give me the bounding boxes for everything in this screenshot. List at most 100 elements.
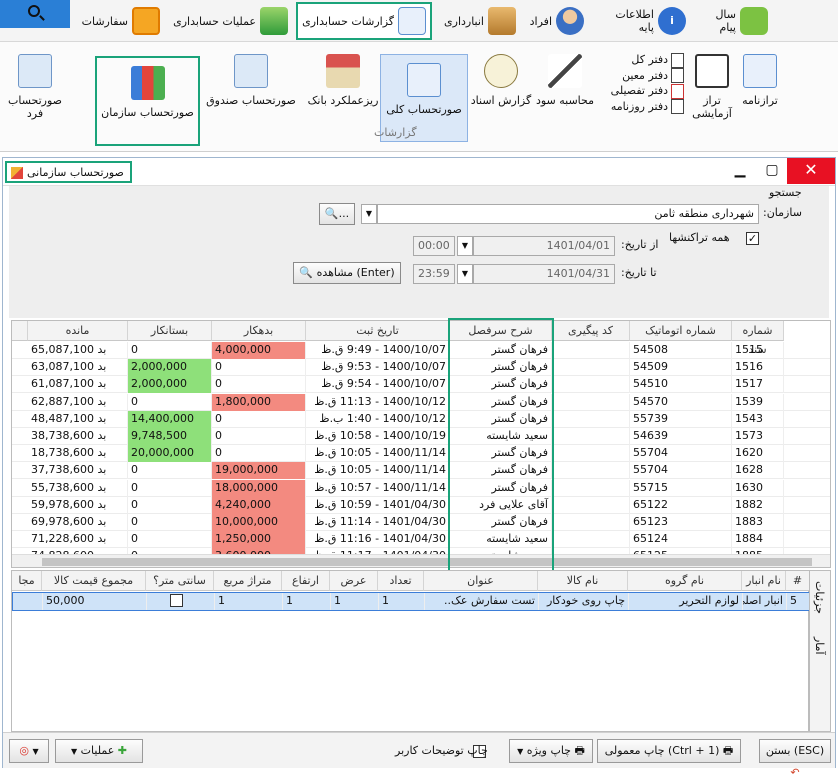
org-field[interactable]: شهرداری منطقه ثامن bbox=[377, 204, 759, 224]
column-header-auto-number[interactable]: شماره اتوماتیک bbox=[630, 321, 732, 341]
table-row[interactable]: 1630 55715 فرهان گستر 1400/11/14 - 10:57 ق.… bbox=[12, 479, 830, 497]
minimize-button[interactable]: ▁ bbox=[723, 158, 757, 184]
table-row[interactable]: 1515 54508 فرهان گستر 1400/10/07 - 9:49 ق.ظ… bbox=[12, 342, 830, 359]
column-header-tracking-code[interactable]: کد پیگیری bbox=[552, 321, 630, 341]
table-row[interactable]: 1620 55704 فرهان گستر 1400/11/14 - 10:05 ق.… bbox=[12, 445, 830, 463]
table-row[interactable]: 1883 65123 فرهان گستر 1401/04/30 - 11:14 ق.… bbox=[12, 514, 830, 531]
column-header-doc-number[interactable]: شماره سند bbox=[732, 321, 784, 356]
global-search-button[interactable] bbox=[0, 0, 70, 28]
column-header-register-date[interactable]: تاریخ ثبت bbox=[306, 321, 450, 341]
ribbon-label: صورتحساب فرد bbox=[7, 94, 63, 120]
column-header-title[interactable]: عنوان bbox=[424, 571, 538, 591]
menu-tab-accounting-ops[interactable]: عملیات حسابداری bbox=[168, 2, 292, 40]
ledger-list: دفتر کل دفتر معین دفتر تفصیلی دفتر روزنا… bbox=[598, 52, 684, 114]
table-row[interactable]: 1882 65122 آقای علایی فرد 1401/04/30 - 10:5… bbox=[12, 496, 830, 514]
all-transactions-checkbox[interactable]: ✓ bbox=[746, 232, 759, 245]
cell-auto-number: 54639 bbox=[630, 428, 732, 445]
menu-tab-warehouse[interactable]: انبارداری bbox=[438, 2, 520, 40]
table-row[interactable]: 1884 65124 سعید شایسته 1401/04/30 - 11:16 ق… bbox=[12, 531, 830, 549]
to-time-field[interactable]: 23:59 bbox=[413, 264, 455, 284]
menu-tab-basic-info[interactable]: i اطلاعات پایه bbox=[594, 2, 690, 40]
orders-icon bbox=[132, 7, 160, 35]
print-normal-button[interactable]: چاپ معمولی (Ctrl + 1) 🖶 bbox=[597, 739, 741, 763]
ribbon-profit-calc[interactable]: محاسبه سود bbox=[534, 46, 596, 156]
cell-balance: 55,738,600 بد bbox=[28, 479, 128, 497]
cell-debit: 4,240,000 bbox=[212, 496, 306, 514]
column-header-credit[interactable]: بستانکار bbox=[128, 321, 212, 341]
ribbon-trial-balance[interactable]: تراز آزمایشی bbox=[684, 46, 740, 156]
all-transactions-label: همه تراکنشها bbox=[669, 231, 730, 244]
cell-debit: 1,800,000 bbox=[212, 393, 306, 411]
column-header-extra[interactable]: مجا bbox=[12, 571, 42, 591]
table-row[interactable]: 1543 55739 فرهان گستر 1400/10/12 - 1:40 ب.ظ… bbox=[12, 410, 830, 428]
ledger-journal[interactable]: دفتر روزنامه bbox=[598, 99, 684, 114]
cell-warehouse: انبار اصلی bbox=[743, 593, 787, 610]
column-header-balance[interactable]: مانده bbox=[28, 321, 128, 341]
ribbon-person-statement[interactable]: صورتحساب فرد bbox=[4, 46, 66, 156]
profit-icon bbox=[548, 54, 582, 88]
ribbon-bank-detail[interactable]: ریزعملکرد بانک bbox=[305, 46, 381, 156]
menu-tab-people[interactable]: افراد bbox=[524, 2, 588, 40]
cm-checkbox[interactable] bbox=[170, 594, 183, 607]
user-notes-label: چاپ توضیحات کاربر bbox=[395, 744, 488, 757]
cell-auto-number: 55715 bbox=[630, 479, 732, 497]
help-lifebuoy-button[interactable]: ◎ ▼ bbox=[9, 739, 49, 763]
table-row[interactable]: 1517 54510 فرهان گستر 1400/10/07 - 9:54 ق.ظ… bbox=[12, 376, 830, 394]
tab-stats[interactable]: آمار bbox=[813, 637, 826, 655]
scrollbar-thumb[interactable] bbox=[42, 558, 812, 566]
close-icon[interactable]: ✕ bbox=[787, 158, 835, 184]
ribbon-cashbox-statement[interactable]: صورتحساب صندوق bbox=[203, 46, 299, 156]
table-row[interactable]: 1628 55704 فرهان گستر 1400/11/14 - 10:05 ق.… bbox=[12, 462, 830, 480]
column-header-index[interactable]: # bbox=[786, 571, 810, 591]
table-row[interactable]: 1573 54639 سعید شایسته 1400/10/19 - 10:58 ق… bbox=[12, 428, 830, 445]
menu-tab-orders[interactable]: سفارشات bbox=[74, 2, 164, 40]
cell-credit: 0 bbox=[128, 531, 212, 549]
maximize-button[interactable]: ▢ bbox=[755, 158, 789, 184]
cell-register-date: 1400/10/07 - 9:53 ق.ظ bbox=[306, 359, 450, 377]
table-row[interactable]: 1516 54509 فرهان گستر 1400/10/07 - 9:53 ق.ظ… bbox=[12, 359, 830, 377]
ribbon-documents-report[interactable]: گزارش اسناد bbox=[470, 46, 532, 156]
chevron-down-icon[interactable]: ▼ bbox=[457, 264, 473, 284]
cell-balance: 69,978,600 بد bbox=[28, 514, 128, 531]
print-special-button[interactable]: ▼ چاپ ویژه 🖶 bbox=[509, 739, 593, 763]
menu-tab-label: سال پیام bbox=[715, 8, 736, 34]
chevron-down-icon[interactable]: ▼ bbox=[457, 236, 473, 256]
ledger-detail[interactable]: دفتر تفصیلی bbox=[598, 83, 684, 99]
column-header-height[interactable]: ارتفاع bbox=[282, 571, 330, 591]
chevron-down-icon[interactable]: ▼ bbox=[361, 204, 377, 224]
cell-balance: 38,738,600 بد bbox=[28, 428, 128, 445]
column-header-debit[interactable]: بدهکار bbox=[212, 321, 306, 341]
ledger-subsidiary[interactable]: دفتر معین bbox=[598, 68, 684, 83]
cell-debit: 18,000,000 bbox=[212, 479, 306, 497]
column-header-cm[interactable]: سانتی متر؟ bbox=[146, 571, 214, 591]
table-row[interactable]: 1539 54570 فرهان گستر 1400/10/12 - 11:13 ق.… bbox=[12, 393, 830, 411]
column-header-count[interactable]: تعداد bbox=[378, 571, 424, 591]
view-button[interactable]: 🔍 مشاهده (Enter) bbox=[293, 262, 401, 284]
column-header-area[interactable]: متراژ مربع bbox=[214, 571, 282, 591]
column-header-product[interactable]: نام کالا bbox=[538, 571, 628, 591]
org-lookup-button[interactable]: 🔍... bbox=[319, 203, 355, 225]
horizontal-scrollbar[interactable] bbox=[12, 554, 830, 567]
ribbon-label: محاسبه سود bbox=[535, 94, 595, 107]
cell-debit: 0 bbox=[212, 445, 306, 463]
to-date-field[interactable]: 1401/04/31 bbox=[473, 264, 615, 284]
tab-details[interactable]: جزئیات bbox=[813, 581, 826, 614]
menu-tab-accounting-reports[interactable]: گزارشات حسابداری bbox=[296, 2, 432, 40]
ribbon-org-statement[interactable]: صورتحساب سازمان bbox=[95, 56, 200, 146]
table-row[interactable]: 5انبار اصلیلوازم التحریرچاپ روی خودکارتس… bbox=[12, 592, 811, 611]
column-header-total-price[interactable]: مجموع قیمت کالا bbox=[42, 571, 146, 591]
close-button[interactable]: بستن (ESC) ↶ bbox=[759, 739, 831, 779]
column-header-width[interactable]: عرض bbox=[330, 571, 378, 591]
cell-balance: 65,087,100 بد bbox=[28, 342, 128, 359]
menu-tab-message[interactable]: سال پیام bbox=[694, 2, 772, 40]
operations-button[interactable]: ▼ عملیات ✚ bbox=[55, 739, 143, 763]
column-header-group[interactable]: نام گروه bbox=[628, 571, 742, 591]
from-time-field[interactable]: 00:00 bbox=[413, 236, 455, 256]
ledger-general[interactable]: دفتر کل bbox=[598, 52, 684, 68]
from-date-field[interactable]: 1401/04/01 bbox=[473, 236, 615, 256]
cell-tracking-code bbox=[552, 342, 630, 359]
ribbon-balance-sheet[interactable]: ترازنامه bbox=[738, 46, 782, 156]
column-header-warehouse[interactable]: نام انبار bbox=[742, 571, 786, 591]
menu-tab-label: افراد bbox=[529, 14, 552, 28]
cell-tracking-code bbox=[552, 531, 630, 549]
